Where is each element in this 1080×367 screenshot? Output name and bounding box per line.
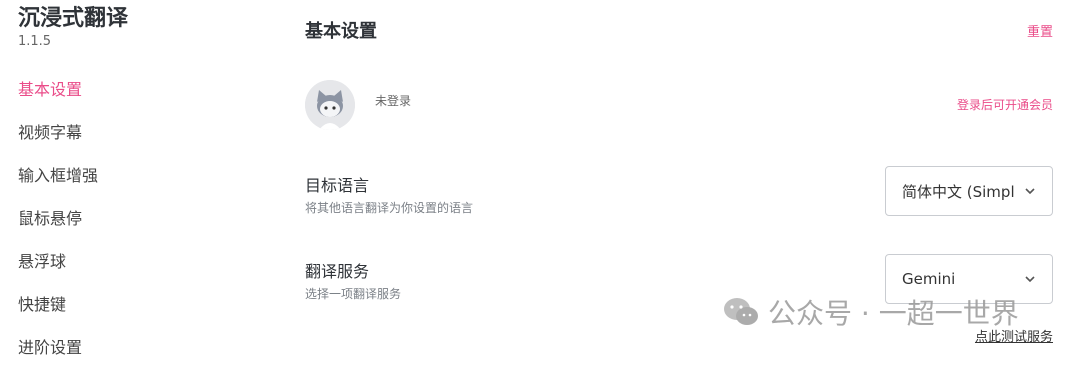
chevron-down-icon [1025, 188, 1035, 195]
sidebar-nav: 基本设置 视频字幕 输入框增强 鼠标悬停 悬浮球 快捷键 进阶设置 [18, 66, 98, 367]
translate-service-description: 选择一项翻译服务 [305, 287, 402, 301]
sidebar-item-input-enhance[interactable]: 输入框增强 [18, 152, 98, 195]
cat-avatar-icon [305, 80, 355, 130]
sidebar-item-advanced-settings[interactable]: 进阶设置 [18, 324, 98, 367]
sidebar-item-video-subtitles[interactable]: 视频字幕 [18, 109, 98, 152]
watermark-text: 公众号 · 一超一世界 [768, 297, 1019, 330]
target-language-label: 目标语言 [305, 176, 370, 195]
target-language-description: 将其他语言翻译为你设置的语言 [305, 201, 474, 215]
translate-service-label: 翻译服务 [305, 262, 370, 281]
watermark: 公众号 · 一超一世界 [722, 292, 1019, 332]
sidebar-item-basic-settings[interactable]: 基本设置 [18, 66, 98, 109]
app-version: 1.1.5 [18, 34, 52, 49]
sidebar-item-floating-ball[interactable]: 悬浮球 [18, 238, 98, 281]
translate-service-value: Gemini [902, 270, 956, 288]
login-status: 未登录 [375, 94, 412, 108]
member-link[interactable]: 登录后可开通会员 [957, 96, 1053, 113]
wechat-icon [724, 298, 758, 325]
sidebar: 沉浸式翻译 1.1.5 基本设置 视频字幕 输入框增强 鼠标悬停 悬浮球 快捷键… [0, 0, 240, 357]
avatar[interactable] [305, 80, 355, 130]
target-language-value: 简体中文 (Simplified Chinese) [902, 182, 1014, 201]
chevron-down-icon [1025, 276, 1035, 283]
sidebar-item-mouse-hover[interactable]: 鼠标悬停 [18, 195, 98, 238]
reset-link[interactable]: 重置 [1027, 21, 1053, 40]
sidebar-item-shortcuts[interactable]: 快捷键 [18, 281, 98, 324]
page-title: 基本设置 [305, 21, 377, 42]
target-language-select[interactable]: 简体中文 (Simplified Chinese) [885, 166, 1053, 216]
app-title: 沉浸式翻译 [18, 6, 129, 31]
